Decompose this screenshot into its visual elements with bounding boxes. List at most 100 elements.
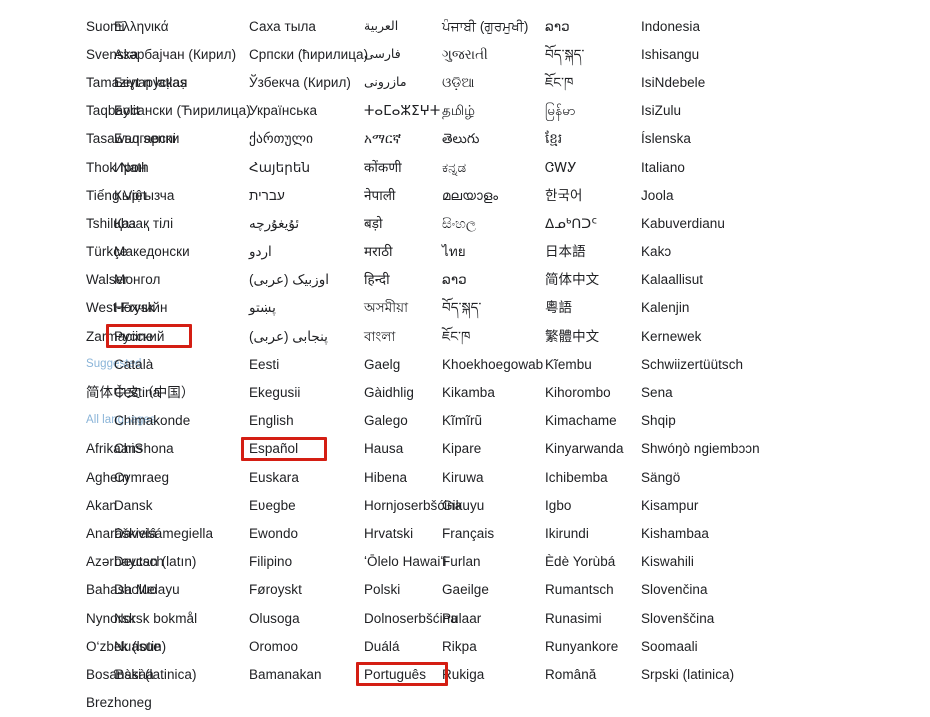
language-option[interactable]: Duálá bbox=[362, 632, 440, 660]
language-option[interactable]: Indonesia bbox=[639, 12, 761, 40]
language-option[interactable]: Svenska bbox=[84, 40, 138, 68]
language-option[interactable]: 日本語 bbox=[543, 238, 639, 266]
language-option[interactable]: Runyankore bbox=[543, 632, 639, 660]
language-option[interactable]: Kĩembu bbox=[543, 350, 639, 378]
language-option[interactable]: Kikamba bbox=[440, 378, 543, 406]
language-option[interactable]: Kalenjin bbox=[639, 294, 761, 322]
language-option[interactable]: Igbo bbox=[543, 491, 639, 519]
language-option[interactable]: Thok Nath bbox=[84, 153, 149, 181]
language-option[interactable]: Eesti bbox=[247, 350, 362, 378]
language-option[interactable]: اردو bbox=[247, 238, 362, 266]
language-option[interactable]: Filipino bbox=[247, 548, 362, 576]
language-option[interactable]: Қазақ тілі bbox=[112, 209, 247, 237]
language-option[interactable]: Català bbox=[112, 350, 247, 378]
language-option[interactable]: Slovenščina bbox=[639, 604, 761, 632]
language-option[interactable]: Anarâškielâ bbox=[84, 519, 157, 547]
language-option[interactable]: Tiếng Việt bbox=[84, 181, 146, 209]
language-option[interactable]: Polski bbox=[362, 576, 440, 604]
language-option[interactable]: Srpski (latinica) bbox=[639, 660, 761, 688]
language-option[interactable]: Bosanski (latinica) bbox=[84, 660, 196, 688]
language-option[interactable]: Türkçe bbox=[84, 238, 128, 266]
language-option[interactable]: Азәрбајчан (Кирил) bbox=[112, 40, 247, 68]
language-option[interactable]: Српски (ћирилица) bbox=[247, 40, 368, 68]
language-option[interactable]: Dholuo bbox=[112, 576, 247, 604]
language-option[interactable]: Kipare bbox=[440, 435, 543, 463]
language-option[interactable]: Cymraeg bbox=[112, 463, 247, 491]
language-option[interactable]: Македонски bbox=[112, 238, 247, 266]
language-option[interactable]: Sena bbox=[639, 378, 761, 406]
language-option[interactable]: مازرونی bbox=[362, 68, 440, 96]
language-option[interactable]: Eʋegbe bbox=[247, 491, 362, 519]
language-option[interactable]: Kiruwa bbox=[440, 463, 543, 491]
language-option[interactable]: 简体中文（中国） bbox=[84, 378, 194, 406]
language-option[interactable]: Ekegusii bbox=[247, 378, 362, 406]
language-option[interactable]: Nuasue bbox=[112, 632, 247, 660]
language-option[interactable]: Walser bbox=[84, 266, 128, 294]
language-option[interactable]: Norsk bokmål bbox=[112, 604, 247, 632]
language-option[interactable]: Ελληνικά bbox=[112, 12, 247, 40]
language-option[interactable]: Brezhoneg bbox=[84, 689, 152, 717]
language-option[interactable]: Dolnoserbšćina bbox=[362, 604, 458, 632]
language-option[interactable]: Taqbaylit bbox=[84, 97, 140, 125]
language-option[interactable]: ئۇيغۇرچە bbox=[247, 209, 362, 237]
language-option[interactable]: ⵜⴰⵎⴰⵣⵉⵖⵜ bbox=[362, 97, 440, 125]
language-option[interactable]: Kakɔ bbox=[639, 238, 761, 266]
language-option[interactable]: ཇོང་ཁ bbox=[543, 68, 639, 96]
language-option[interactable]: Kabuverdianu bbox=[639, 209, 761, 237]
language-option[interactable]: ଓଡ଼ିଆ bbox=[440, 68, 543, 96]
language-option[interactable]: አማርኛ bbox=[362, 125, 440, 153]
language-option[interactable]: Kalaallisut bbox=[639, 266, 761, 294]
language-option[interactable]: Bamanakan bbox=[247, 660, 362, 688]
language-option[interactable]: IsiZulu bbox=[639, 97, 761, 125]
language-option[interactable]: Gaelg bbox=[362, 350, 440, 378]
language-option[interactable]: Français bbox=[440, 519, 543, 547]
language-option[interactable]: बड़ो bbox=[362, 209, 440, 237]
language-option[interactable]: Română bbox=[543, 660, 639, 688]
language-option[interactable]: Українська bbox=[247, 97, 362, 125]
language-option[interactable]: ᐃᓄᒃᑎᑐᑦ bbox=[543, 209, 639, 237]
language-option[interactable]: Italiano bbox=[639, 153, 761, 181]
language-option[interactable]: ລາວ bbox=[440, 266, 543, 294]
language-option[interactable]: العربية bbox=[362, 12, 440, 40]
language-option[interactable]: Suomi bbox=[84, 12, 124, 40]
language-option[interactable]: ქართული bbox=[247, 125, 362, 153]
language-option[interactable]: Kernewek bbox=[639, 322, 761, 350]
language-option[interactable]: ཇོང་ཁ bbox=[440, 322, 543, 350]
language-option[interactable]: Ирон bbox=[112, 153, 247, 181]
language-option[interactable]: English bbox=[247, 407, 362, 435]
language-option[interactable]: עברית bbox=[247, 181, 362, 209]
language-option[interactable]: Bahasa Melayu bbox=[84, 576, 180, 604]
language-option[interactable]: မြန်မာ bbox=[543, 97, 639, 125]
language-option[interactable]: বাংলা bbox=[362, 322, 440, 350]
language-option[interactable]: Galego bbox=[362, 407, 440, 435]
language-option[interactable]: فارسی bbox=[362, 40, 440, 68]
language-option[interactable]: Aghem bbox=[84, 463, 129, 491]
language-option[interactable]: Ўзбекча (Кирил) bbox=[247, 68, 362, 96]
language-option[interactable]: 繁體中文 bbox=[543, 322, 639, 350]
language-option[interactable]: Кыргызча bbox=[112, 181, 247, 209]
language-option[interactable]: پښتو bbox=[247, 294, 362, 322]
language-option[interactable]: Joola bbox=[639, 181, 761, 209]
language-option[interactable]: Oromoo bbox=[247, 632, 362, 660]
language-option[interactable]: Hrvatski bbox=[362, 519, 440, 547]
language-option[interactable]: हिन्दी bbox=[362, 266, 440, 294]
language-option[interactable]: 粵語 bbox=[543, 294, 639, 322]
language-option[interactable]: অসমীয়া bbox=[362, 294, 440, 322]
language-option[interactable]: ગુજરાતી bbox=[440, 40, 543, 68]
language-option[interactable]: Shwóŋò ngiembɔɔn bbox=[639, 435, 761, 463]
language-option[interactable]: Sängö bbox=[639, 463, 761, 491]
language-option[interactable]: བོད་སྐད་ bbox=[440, 294, 543, 322]
language-option[interactable]: Kishambaa bbox=[639, 519, 761, 547]
language-option[interactable]: Монгол bbox=[112, 266, 247, 294]
language-option[interactable]: Akan bbox=[84, 491, 117, 519]
language-option[interactable]: ᏣᎳᎩ bbox=[543, 153, 639, 181]
language-option[interactable]: Հայերեն bbox=[247, 153, 362, 181]
language-option[interactable]: Ewondo bbox=[247, 519, 362, 547]
language-option[interactable]: Khoekhoegowab bbox=[440, 350, 543, 378]
language-option[interactable]: Tshiluba bbox=[84, 209, 136, 237]
language-option[interactable]: Hibena bbox=[362, 463, 440, 491]
language-option[interactable]: Gàidhlig bbox=[362, 378, 440, 406]
language-option[interactable]: Саха тыла bbox=[247, 12, 362, 40]
language-option[interactable]: Čeština bbox=[112, 378, 247, 406]
language-option[interactable]: Ishisangu bbox=[639, 40, 761, 68]
